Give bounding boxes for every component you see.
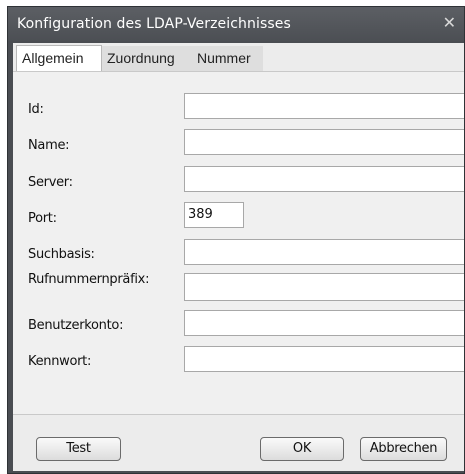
benutzerkonto-label: Benutzerkonto:	[28, 318, 124, 333]
benutzerkonto-field[interactable]	[184, 310, 464, 336]
tab-zuordnung[interactable]: Zuordnung	[102, 46, 192, 71]
tab-nummer[interactable]: Nummer	[192, 46, 263, 71]
dialog-client: Allgemein Zuordnung Nummer Id: Name: Ser…	[13, 43, 464, 471]
port-field[interactable]: 389	[184, 202, 244, 228]
name-label: Name:	[28, 138, 70, 153]
server-label: Server:	[28, 175, 73, 190]
name-field[interactable]	[184, 129, 464, 155]
window-title: Konfiguration des LDAP-Verzeichnisses	[17, 16, 291, 32]
server-field[interactable]	[184, 166, 464, 192]
kennwort-field[interactable]	[184, 346, 464, 372]
id-field[interactable]	[184, 93, 464, 119]
general-panel: Id: Name: Server: Port: 389 Suchbasis: R…	[13, 71, 464, 415]
close-icon[interactable]: ✕	[443, 14, 456, 32]
suchbasis-field[interactable]	[184, 239, 464, 265]
title-bar[interactable]: Konfiguration des LDAP-Verzeichnisses ✕	[8, 7, 464, 41]
id-label: Id:	[28, 102, 44, 117]
ldap-config-dialog: Konfiguration des LDAP-Verzeichnisses ✕ …	[7, 6, 465, 474]
tab-allgemein[interactable]: Allgemein	[16, 45, 102, 72]
ok-button[interactable]: OK	[260, 437, 344, 461]
test-button[interactable]: Test	[36, 437, 121, 461]
rufnummernpraefix-field[interactable]	[184, 273, 464, 301]
port-label: Port:	[28, 211, 57, 226]
button-bar: Test OK Abbrechen	[13, 414, 464, 471]
tab-bar: Allgemein Zuordnung Nummer	[13, 43, 464, 72]
rufnummernpraefix-label: Rufnummernpräfix:	[28, 272, 150, 287]
kennwort-label: Kennwort:	[28, 354, 92, 369]
suchbasis-label: Suchbasis:	[28, 247, 95, 262]
cancel-button[interactable]: Abbrechen	[360, 437, 447, 461]
